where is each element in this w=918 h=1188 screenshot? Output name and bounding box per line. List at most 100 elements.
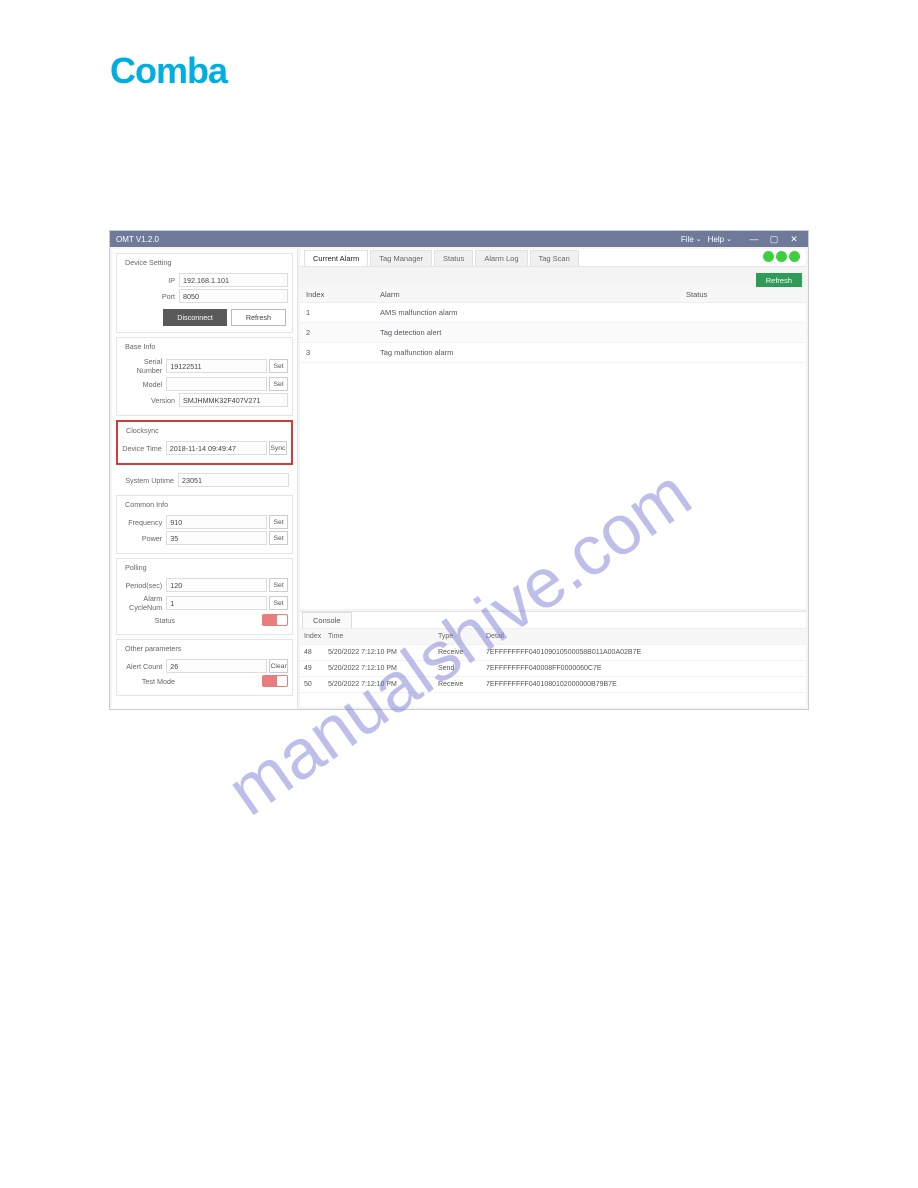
group-other: Other parameters Alert Count Clear Test … (116, 639, 293, 696)
row-model: Model Set (121, 377, 288, 391)
c-detail: 7EFFFFFFFF040109010500058B011A00A02B7E (486, 649, 806, 656)
chevron-down-icon: ⌄ (696, 235, 702, 243)
console-row[interactable]: 48 5/20/2022 7:12:10 PM Receive 7EFFFFFF… (300, 645, 806, 661)
alarm-cycle-set-button[interactable]: Set (269, 596, 288, 610)
tab-tag-manager[interactable]: Tag Manager (370, 250, 432, 266)
c-index: 50 (300, 681, 328, 688)
row-test-mode: Test Mode (121, 675, 288, 687)
version-input[interactable] (179, 393, 288, 407)
clear-button[interactable]: Clear (269, 659, 288, 673)
row-alarm-cycle: Alarm CycleNum Set (121, 594, 288, 612)
connect-buttons: Disconnect Refresh (121, 305, 288, 326)
row-uptime-wrap: System Uptime (116, 469, 293, 491)
cell-alarm: Tag malfunction alarm (380, 348, 686, 357)
cell-alarm: AMS malfunction alarm (380, 308, 686, 317)
refresh-button[interactable]: Refresh (756, 273, 802, 288)
frequency-label: Frequency (121, 518, 166, 527)
tab-alarm-log[interactable]: Alarm Log (475, 250, 527, 266)
tab-status[interactable]: Status (434, 250, 473, 266)
tab-current-alarm[interactable]: Current Alarm (304, 250, 368, 266)
group-title: Other parameters (123, 644, 183, 653)
row-ip: IP (121, 273, 288, 287)
sync-button[interactable]: Sync (269, 441, 287, 455)
ch-time: Time (328, 633, 438, 640)
group-clocksync: Clocksync Device Time Sync (116, 420, 293, 465)
close-button[interactable]: ✕ (786, 233, 802, 245)
table-row[interactable]: 3 Tag malfunction alarm (300, 343, 806, 363)
cell-index: 2 (300, 328, 380, 337)
c-time: 5/20/2022 7:12:10 PM (328, 681, 438, 688)
uptime-input[interactable] (178, 473, 289, 487)
c-index: 48 (300, 649, 328, 656)
port-input[interactable] (179, 289, 288, 303)
row-port: Port (121, 289, 288, 303)
c-type: Receive (438, 681, 486, 688)
group-title: Device Setting (123, 258, 173, 267)
device-time-input[interactable] (166, 441, 267, 455)
cell-alarm: Tag detection alert (380, 328, 686, 337)
c-time: 5/20/2022 7:12:10 PM (328, 649, 438, 656)
model-input[interactable] (166, 377, 267, 391)
console-tab[interactable]: Console (302, 612, 352, 628)
window-controls: — ▢ ✕ (746, 233, 802, 245)
status-dot (789, 251, 800, 262)
window-title: OMT V1.2.0 (116, 235, 159, 244)
period-set-button[interactable]: Set (269, 578, 288, 592)
ip-input[interactable] (179, 273, 288, 287)
ch-detail: Detail (486, 633, 806, 640)
row-version: Version (121, 393, 288, 407)
table-row[interactable]: 2 Tag detection alert (300, 323, 806, 343)
test-mode-toggle[interactable] (262, 675, 288, 687)
period-input[interactable] (166, 578, 267, 592)
minimize-button[interactable]: — (746, 233, 762, 245)
row-status: Status (121, 614, 288, 626)
device-time-label: Device Time (122, 444, 166, 453)
alert-count-label: Alert Count (121, 662, 166, 671)
group-title: Polling (123, 563, 149, 572)
console-panel: Console Index Time Type Detail 48 5/20/2… (300, 611, 806, 707)
disconnect-button[interactable]: Disconnect (163, 309, 227, 326)
uptime-label: System Uptime (120, 476, 178, 485)
group-polling: Polling Period(sec) Set Alarm CycleNum S… (116, 558, 293, 635)
status-label: Status (121, 616, 179, 625)
table-row[interactable]: 1 AMS malfunction alarm (300, 303, 806, 323)
th-alarm: Alarm (380, 290, 686, 299)
model-set-button[interactable]: Set (269, 377, 288, 391)
row-uptime: System Uptime (120, 473, 289, 487)
menu-help-label: Help (708, 235, 724, 244)
chevron-down-icon: ⌄ (726, 235, 732, 243)
status-toggle[interactable] (262, 614, 288, 626)
app-window: OMT V1.2.0 File⌄ Help⌄ — ▢ ✕ Current Ala… (109, 230, 809, 710)
maximize-button[interactable]: ▢ (766, 233, 782, 245)
th-status: Status (686, 290, 806, 299)
refresh-button-side[interactable]: Refresh (231, 309, 286, 326)
group-title: Base Info (123, 342, 157, 351)
frequency-set-button[interactable]: Set (269, 515, 288, 529)
power-label: Power (121, 534, 166, 543)
console-row[interactable]: 50 5/20/2022 7:12:10 PM Receive 7EFFFFFF… (300, 677, 806, 693)
menu-file-label: File (681, 235, 694, 244)
menu-file[interactable]: File⌄ (681, 235, 702, 244)
serial-input[interactable] (166, 359, 267, 373)
left-panel: Device Setting IP Port Disconnect Refres… (112, 249, 298, 709)
alarm-cycle-input[interactable] (166, 596, 267, 610)
alert-count-input[interactable] (166, 659, 267, 673)
frequency-input[interactable] (166, 515, 267, 529)
group-common-info: Common Info Frequency Set Power Set (116, 495, 293, 554)
serial-set-button[interactable]: Set (269, 359, 288, 373)
ip-label: IP (121, 276, 179, 285)
console-table: Index Time Type Detail 48 5/20/2022 7:12… (300, 628, 806, 693)
group-base-info: Base Info Serial Number Set Model Set Ve… (116, 337, 293, 416)
menu-help[interactable]: Help⌄ (708, 235, 732, 244)
cell-index: 3 (300, 348, 380, 357)
console-row[interactable]: 49 5/20/2022 7:12:10 PM Send 7EFFFFFFFF0… (300, 661, 806, 677)
status-dot (763, 251, 774, 262)
power-input[interactable] (166, 531, 267, 545)
tab-tag-scan[interactable]: Tag Scan (530, 250, 579, 266)
ch-index: Index (300, 633, 328, 640)
row-serial: Serial Number Set (121, 357, 288, 375)
row-alert-count: Alert Count Clear (121, 659, 288, 673)
c-type: Receive (438, 649, 486, 656)
row-device-time: Device Time Sync (122, 441, 287, 455)
power-set-button[interactable]: Set (269, 531, 288, 545)
